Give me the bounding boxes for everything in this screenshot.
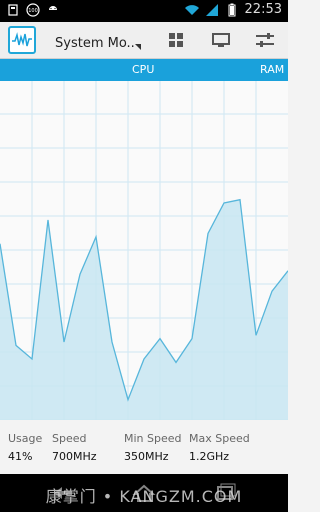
min-speed-stat: Min Speed 350MHz bbox=[124, 432, 182, 463]
page-title: System Mo.. bbox=[55, 36, 135, 51]
usage-stat: Usage 41% bbox=[8, 432, 42, 463]
battery-icon bbox=[225, 3, 239, 17]
signal-icon bbox=[205, 3, 219, 17]
cpu-usage-area bbox=[0, 199, 288, 420]
usage-label: Usage bbox=[8, 432, 43, 445]
status-icons-left: 100 bbox=[6, 3, 60, 17]
monitor-icon bbox=[212, 33, 230, 47]
tab-bar: CPU RAM bbox=[0, 59, 288, 81]
max-speed-value: 1.2GHz bbox=[189, 450, 230, 463]
status-icons-right: 22:53 bbox=[184, 2, 282, 17]
action-bar: System Mo.. bbox=[0, 22, 288, 59]
monitor-button[interactable] bbox=[209, 28, 233, 52]
tab-ram[interactable]: RAM bbox=[260, 63, 284, 76]
tab-cpu[interactable]: CPU bbox=[132, 63, 154, 76]
status-time: 22:53 bbox=[244, 2, 282, 17]
sliders-icon bbox=[256, 33, 274, 47]
dropdown-arrow-icon bbox=[135, 44, 141, 50]
app-logo-icon[interactable] bbox=[8, 26, 36, 54]
stats-panel: Usage 41% Speed 700MHz Min Speed 350MHz … bbox=[0, 420, 288, 470]
speed-label: Speed bbox=[52, 432, 87, 445]
sd-card-icon bbox=[6, 3, 20, 17]
circle-100-icon: 100 bbox=[26, 3, 40, 17]
grid-button[interactable] bbox=[164, 28, 188, 52]
svg-text:100: 100 bbox=[28, 8, 38, 14]
status-bar: 100 22:53 bbox=[0, 0, 288, 22]
speed-stat: Speed 700MHz bbox=[52, 432, 97, 463]
min-speed-value: 350MHz bbox=[124, 450, 169, 463]
sliders-button[interactable] bbox=[253, 28, 277, 52]
speed-value: 700MHz bbox=[52, 450, 97, 463]
title-spinner[interactable]: System Mo.. bbox=[55, 32, 145, 52]
android-icon bbox=[46, 3, 60, 17]
max-speed-label: Max Speed bbox=[189, 432, 250, 445]
grid-icon bbox=[169, 33, 183, 47]
min-speed-label: Min Speed bbox=[124, 432, 182, 445]
wifi-icon bbox=[184, 3, 199, 17]
usage-value: 41% bbox=[8, 450, 33, 463]
cpu-usage-chart bbox=[0, 81, 288, 420]
watermark-text: 康掌门 • KANGZM.COM bbox=[45, 487, 243, 506]
max-speed-stat: Max Speed 1.2GHz bbox=[189, 432, 250, 463]
